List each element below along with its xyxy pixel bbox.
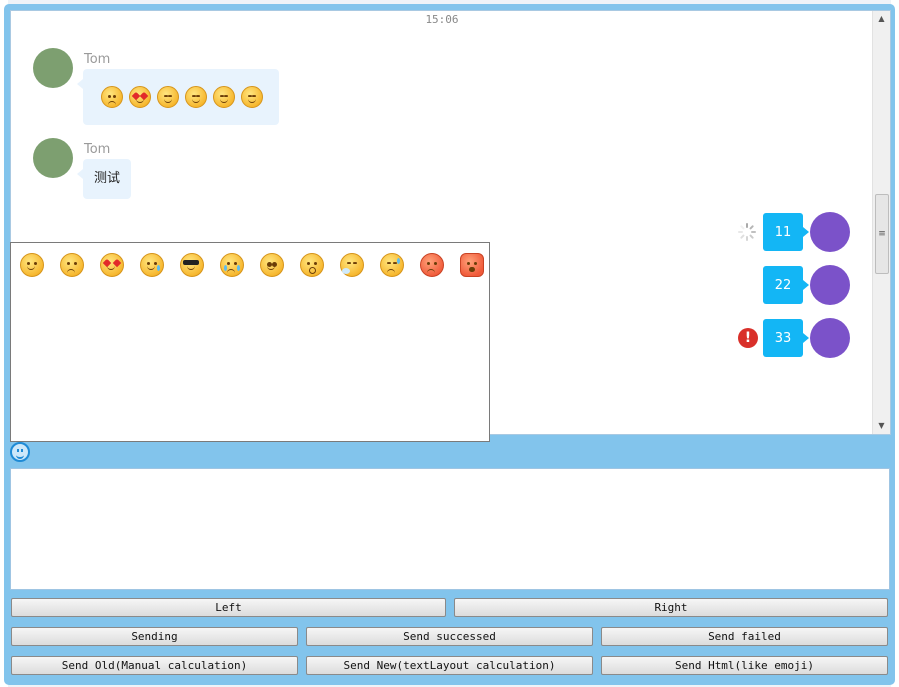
message-bubble-left[interactable] [77,69,279,125]
bubble-emoji-row [101,86,263,108]
message-bubble-left[interactable]: 测试 [77,159,131,199]
teary-emoji-icon[interactable] [140,253,164,277]
sunglasses-emoji-icon[interactable] [180,253,204,277]
emoji-picker-panel [10,242,490,442]
scroll-down-arrow-icon[interactable]: ▼ [873,418,890,434]
send-new-button[interactable]: Send New(textLayout calculation) [306,656,593,675]
send-failed-icon[interactable]: ! [738,328,758,348]
send-old-button[interactable]: Send Old(Manual calculation) [11,656,298,675]
message-bubble-right[interactable]: 22 [763,266,809,304]
smirk-emoji-icon [157,86,179,108]
smirk-emoji-icon [185,86,207,108]
smirk-emoji-icon [213,86,235,108]
emoji-toggle-smile-icon[interactable] [10,442,30,462]
sleepy-emoji-icon[interactable] [340,253,364,277]
avatar[interactable] [810,265,850,305]
message-list-scrollbar[interactable]: ▲ ≡ ▼ [872,11,890,434]
scroll-thumb[interactable]: ≡ [875,194,889,274]
send-successed-button[interactable]: Send successed [306,627,593,646]
worried-emoji-icon[interactable] [60,253,84,277]
smirk-emoji-icon [241,86,263,108]
right-button[interactable]: Right [454,598,888,617]
sender-name: Tom [84,52,111,67]
surprised-emoji-icon[interactable] [300,253,324,277]
sender-name: Tom [84,142,111,157]
heart-eyes-emoji-icon [129,86,151,108]
message-input[interactable] [10,468,890,590]
sending-button[interactable]: Sending [11,627,298,646]
avatar[interactable] [33,48,73,88]
scroll-up-arrow-icon[interactable]: ▲ [873,11,890,27]
message-bubble-right[interactable]: 11 [763,213,809,251]
message-bubble-right[interactable]: 33 [763,319,809,357]
sweat-emoji-icon[interactable] [380,253,404,277]
dizzy-emoji-icon[interactable] [260,253,284,277]
sending-spinner-icon [738,223,756,241]
furious-emoji-icon[interactable] [460,253,484,277]
avatar[interactable] [810,318,850,358]
worried-emoji-icon [101,86,123,108]
avatar[interactable] [810,212,850,252]
send-failed-button[interactable]: Send failed [601,627,888,646]
message-timestamp: 15:06 [425,13,459,26]
heart-eyes-emoji-icon[interactable] [100,253,124,277]
avatar[interactable] [33,138,73,178]
left-button[interactable]: Left [11,598,446,617]
angry-emoji-icon[interactable] [420,253,444,277]
smile-emoji-icon[interactable] [20,253,44,277]
send-html-button[interactable]: Send Html(like emoji) [601,656,888,675]
crying-emoji-icon[interactable] [220,253,244,277]
